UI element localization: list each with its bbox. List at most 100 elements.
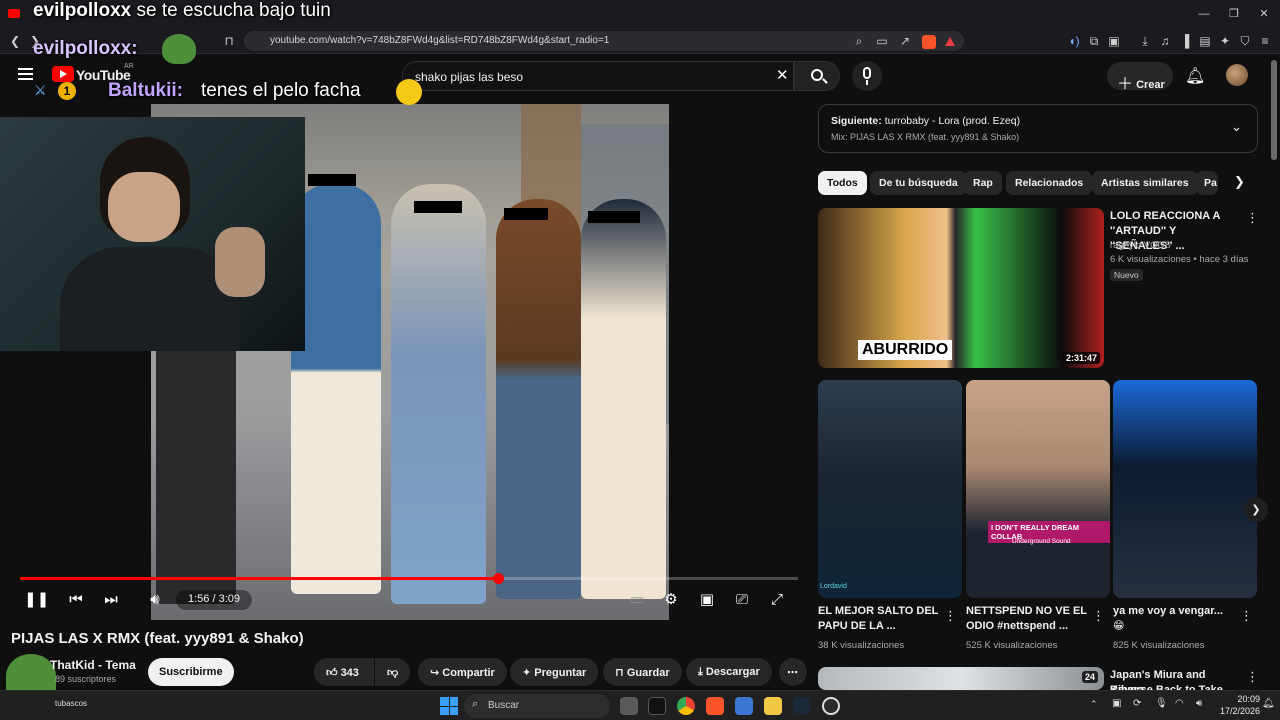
page-scrollbar[interactable] (1270, 56, 1278, 688)
short-title[interactable]: NETTSPEND NO VE EL ODIO #nettspend ... (966, 604, 1088, 634)
search-input[interactable]: shako pijas las beso (402, 61, 794, 91)
more-options-icon[interactable]: ⋮ (944, 608, 957, 624)
cast-page-icon[interactable]: ▭ (874, 33, 890, 49)
ask-button[interactable]: ✦ Preguntar (510, 658, 599, 686)
create-button[interactable]: ＋ Crear (1107, 62, 1173, 93)
chips-next-icon[interactable]: ❯ (1234, 174, 1245, 190)
voice-search-button[interactable] (852, 61, 882, 91)
tab-icon[interactable]: ▣ (1106, 33, 1122, 49)
chip-todos[interactable]: Todos (818, 171, 867, 195)
more-actions-button[interactable]: ⋯ (779, 658, 807, 686)
video-channel[interactable]: rageylo VODS (1110, 239, 1171, 253)
brave-rewards-icon[interactable] (945, 37, 955, 46)
clock-time[interactable]: 20:09 (1218, 694, 1260, 704)
video-title-rec-line2[interactable]: Reverse Back to Take Pairs... (1110, 683, 1240, 690)
tray-mic-icon[interactable]: 🎙︎ (1155, 698, 1168, 709)
short-thumbnail[interactable] (1113, 380, 1257, 598)
chevron-down-icon[interactable]: ⌄ (1231, 119, 1242, 135)
subtitles-icon[interactable]: ▭ (626, 589, 648, 611)
task-view-icon[interactable] (620, 697, 638, 715)
download-icon[interactable]: ⤓ (1137, 33, 1153, 49)
wifi-icon[interactable]: ◠ (1175, 698, 1184, 709)
video-thumbnail[interactable]: ABURRIDO 2:31:47 (818, 208, 1104, 368)
more-options-icon[interactable]: ⋮ (1246, 210, 1259, 226)
menu-icon[interactable]: ≡ (1257, 33, 1273, 49)
progress-scrubber[interactable] (492, 573, 504, 584)
clear-search-icon[interactable]: ✕ (776, 66, 789, 84)
hamburger-menu-icon[interactable] (18, 68, 33, 70)
share-button[interactable]: ↪ Compartir (418, 658, 507, 686)
video-thumbnail[interactable]: 24 (818, 667, 1104, 690)
zoom-icon[interactable]: ⌕ (851, 33, 867, 49)
windows-start-icon[interactable] (440, 697, 458, 715)
subscriber-count: 89 suscriptores (55, 674, 117, 684)
pause-icon[interactable]: ❚❚ (24, 589, 49, 611)
epic-games-icon[interactable] (648, 697, 666, 715)
shorts-next-icon[interactable]: ❯ (1244, 498, 1268, 522)
steam-icon[interactable] (793, 697, 811, 715)
leo-icon[interactable]: ✦ (1217, 33, 1233, 49)
chip-similar-artists[interactable]: Artistas similares (1092, 171, 1198, 195)
more-options-icon[interactable]: ⋮ (1092, 608, 1105, 624)
censor-bar (414, 201, 462, 213)
volume-icon[interactable]: 🔊︎ (144, 589, 166, 611)
notification-center-icon[interactable]: 🔔︎ (1262, 698, 1275, 709)
chat-text-2: tenes el pelo facha (201, 80, 361, 101)
progress-bar[interactable] (20, 573, 798, 584)
file-explorer-icon[interactable] (764, 697, 782, 715)
clock-date[interactable]: 17/2/2026 (1212, 706, 1260, 716)
cast-icon[interactable]: ⎚ (731, 589, 753, 611)
youtube-tab-icon[interactable] (8, 9, 20, 18)
obs-icon[interactable] (822, 697, 840, 715)
up-next-title: turrobaby - Lora (prod. Ezeq) (884, 115, 1021, 127)
chip-rap[interactable]: Rap (964, 171, 1002, 195)
search-button[interactable] (794, 61, 840, 91)
short-thumbnail[interactable]: I DON'T REALLY DREAM COLLAB Underground … (966, 380, 1110, 598)
miniplayer-icon[interactable]: ▣ (696, 589, 718, 611)
music-icon[interactable]: ♫ (1157, 33, 1173, 49)
short-thumbnail-subtext: Underground Sound (1012, 538, 1071, 545)
share-page-icon[interactable]: ↗ (897, 33, 913, 49)
settings-gear-icon[interactable]: ⚙ (660, 589, 682, 611)
chrome-icon[interactable] (677, 697, 695, 715)
tray-sync-icon[interactable]: ⟳ (1133, 698, 1141, 709)
fullscreen-icon[interactable]: ⤢ (766, 589, 788, 611)
dislike-button[interactable]: 👎︎ (375, 658, 410, 686)
more-options-icon[interactable]: ⋮ (1240, 608, 1253, 624)
back-icon[interactable]: ❮ (7, 33, 23, 49)
subscribe-button[interactable]: Suscribirme (148, 658, 234, 686)
brave-icon[interactable] (706, 697, 724, 715)
up-next-box[interactable]: Siguiente: turrobaby - Lora (prod. Ezeq)… (818, 104, 1258, 153)
close-window-icon[interactable]: ✕ (1256, 6, 1272, 22)
minimize-icon[interactable]: — (1196, 6, 1212, 22)
wallet-icon[interactable]: ▤ (1197, 33, 1213, 49)
store-icon[interactable] (735, 697, 753, 715)
short-thumbnail[interactable]: Lordavid (818, 380, 962, 598)
previous-icon[interactable]: ⏮ (65, 589, 87, 611)
extensions-icon[interactable]: ⧉ (1086, 33, 1102, 49)
maximize-icon[interactable]: ❐ (1226, 6, 1242, 22)
more-options-icon[interactable]: ⋮ (1246, 669, 1259, 685)
like-button[interactable]: 👍︎ 343 (314, 658, 374, 686)
volume-tray-icon[interactable]: 🔊︎ (1196, 698, 1202, 709)
bookmark-icon[interactable]: ⊓ (221, 33, 237, 49)
taskbar-search[interactable]: ⌕ Buscar (464, 694, 610, 718)
channel-name[interactable]: ThatKid - Tema (50, 658, 136, 672)
download-button[interactable]: ⤓ Descargar (686, 658, 772, 686)
vpn-icon[interactable]: ⛉ (1237, 33, 1253, 49)
chip-related[interactable]: Relacionados (1006, 171, 1093, 195)
notifications-bell-icon[interactable]: 🔔︎ (1185, 66, 1205, 86)
brave-shield-icon[interactable] (922, 35, 936, 49)
tray-chevron-icon[interactable]: ⌃ (1090, 699, 1098, 710)
youtube-logo-icon[interactable] (52, 66, 74, 82)
chip-search[interactable]: De tu búsqueda (870, 171, 967, 195)
chip-more[interactable]: Pa (1196, 171, 1218, 195)
short-title[interactable]: ya me voy a vengar... 😁 (1113, 604, 1235, 634)
save-button[interactable]: ⊓ Guardar (603, 658, 682, 686)
sidebar-icon[interactable]: ▐ (1177, 33, 1193, 49)
tray-app-icon[interactable]: ▣ (1112, 698, 1121, 709)
audio-icon[interactable]: ◖) (1066, 33, 1082, 49)
avatar[interactable] (1226, 64, 1248, 86)
short-title[interactable]: EL MEJOR SALTO DEL PAPU DE LA ... (818, 604, 940, 634)
next-icon[interactable]: ⏭ (100, 589, 122, 611)
